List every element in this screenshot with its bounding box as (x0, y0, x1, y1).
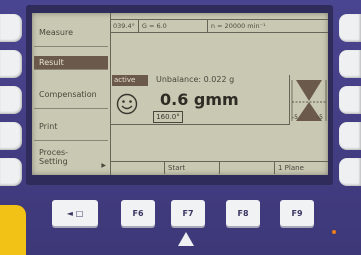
status-bar: 039.4° G = 6.0 n = 20000 min⁻¹ (110, 19, 328, 33)
side-key-left-5[interactable] (0, 158, 22, 186)
smiley-icon (116, 93, 138, 115)
menu-item-result[interactable]: Result (34, 56, 108, 70)
menu-item-measure[interactable]: Measure (34, 19, 108, 47)
softkey-label-f6 (110, 162, 165, 174)
yellow-key[interactable] (0, 205, 26, 255)
menu-item-process-setting[interactable]: Proces- Setting ▶ (34, 141, 108, 173)
menu-item-print[interactable]: Print (34, 113, 108, 141)
status-speed: n = 20000 min⁻¹ (210, 22, 266, 30)
active-tag: active (112, 75, 148, 86)
f8-button[interactable]: F8 (226, 200, 260, 226)
side-key-left-2[interactable] (0, 50, 22, 78)
help-button[interactable]: ◄ □ (52, 200, 98, 226)
side-key-right-2[interactable] (339, 50, 361, 78)
f6-button[interactable]: F6 (121, 200, 155, 226)
side-key-left-4[interactable] (0, 122, 22, 150)
side-menu: Measure Result Compensation Print Proces… (32, 13, 111, 175)
status-angle: 039.4° (110, 20, 139, 32)
menu-item-label: Compensation (39, 90, 97, 99)
status-grade: G = 6.0 (139, 20, 208, 32)
softkey-label-f8 (220, 162, 275, 174)
gauge-right-limit: -5 (317, 114, 323, 121)
angle-box: 160.0° (153, 111, 183, 123)
f7-button[interactable]: F7 (171, 200, 205, 226)
side-key-right-3[interactable] (339, 86, 361, 114)
menu-item-label: Measure (39, 28, 73, 37)
f9-button[interactable]: F9 (280, 200, 314, 226)
panel-divider (110, 124, 289, 125)
softkey-label-bar: Start 1 Plane (110, 161, 328, 174)
unbalance-label: Unbalance: 0.022 g (156, 75, 235, 84)
gauge-left-limit: -5 (292, 114, 298, 121)
softkey-label-plane: 1 Plane (278, 164, 304, 172)
menu-item-label: Print (39, 122, 58, 131)
menu-item-label: Setting (39, 157, 68, 166)
lcd-screen: Measure Result Compensation Print Proces… (32, 13, 328, 175)
side-key-right-4[interactable] (339, 122, 361, 150)
softkey-label-start: Start (165, 162, 220, 174)
pointer-icon (178, 232, 194, 246)
submenu-arrow-icon: ▶ (101, 162, 106, 169)
side-key-right-1[interactable] (339, 14, 361, 42)
menu-item-compensation[interactable]: Compensation (34, 81, 108, 109)
side-key-left-1[interactable] (0, 14, 22, 42)
menu-item-label: Result (39, 58, 64, 67)
residual-unbalance-value: 0.6 gmm (160, 90, 239, 109)
status-led (332, 230, 336, 234)
side-key-left-3[interactable] (0, 86, 22, 114)
side-key-right-5[interactable] (339, 158, 361, 186)
menu-item-label: Proces- (39, 148, 69, 157)
